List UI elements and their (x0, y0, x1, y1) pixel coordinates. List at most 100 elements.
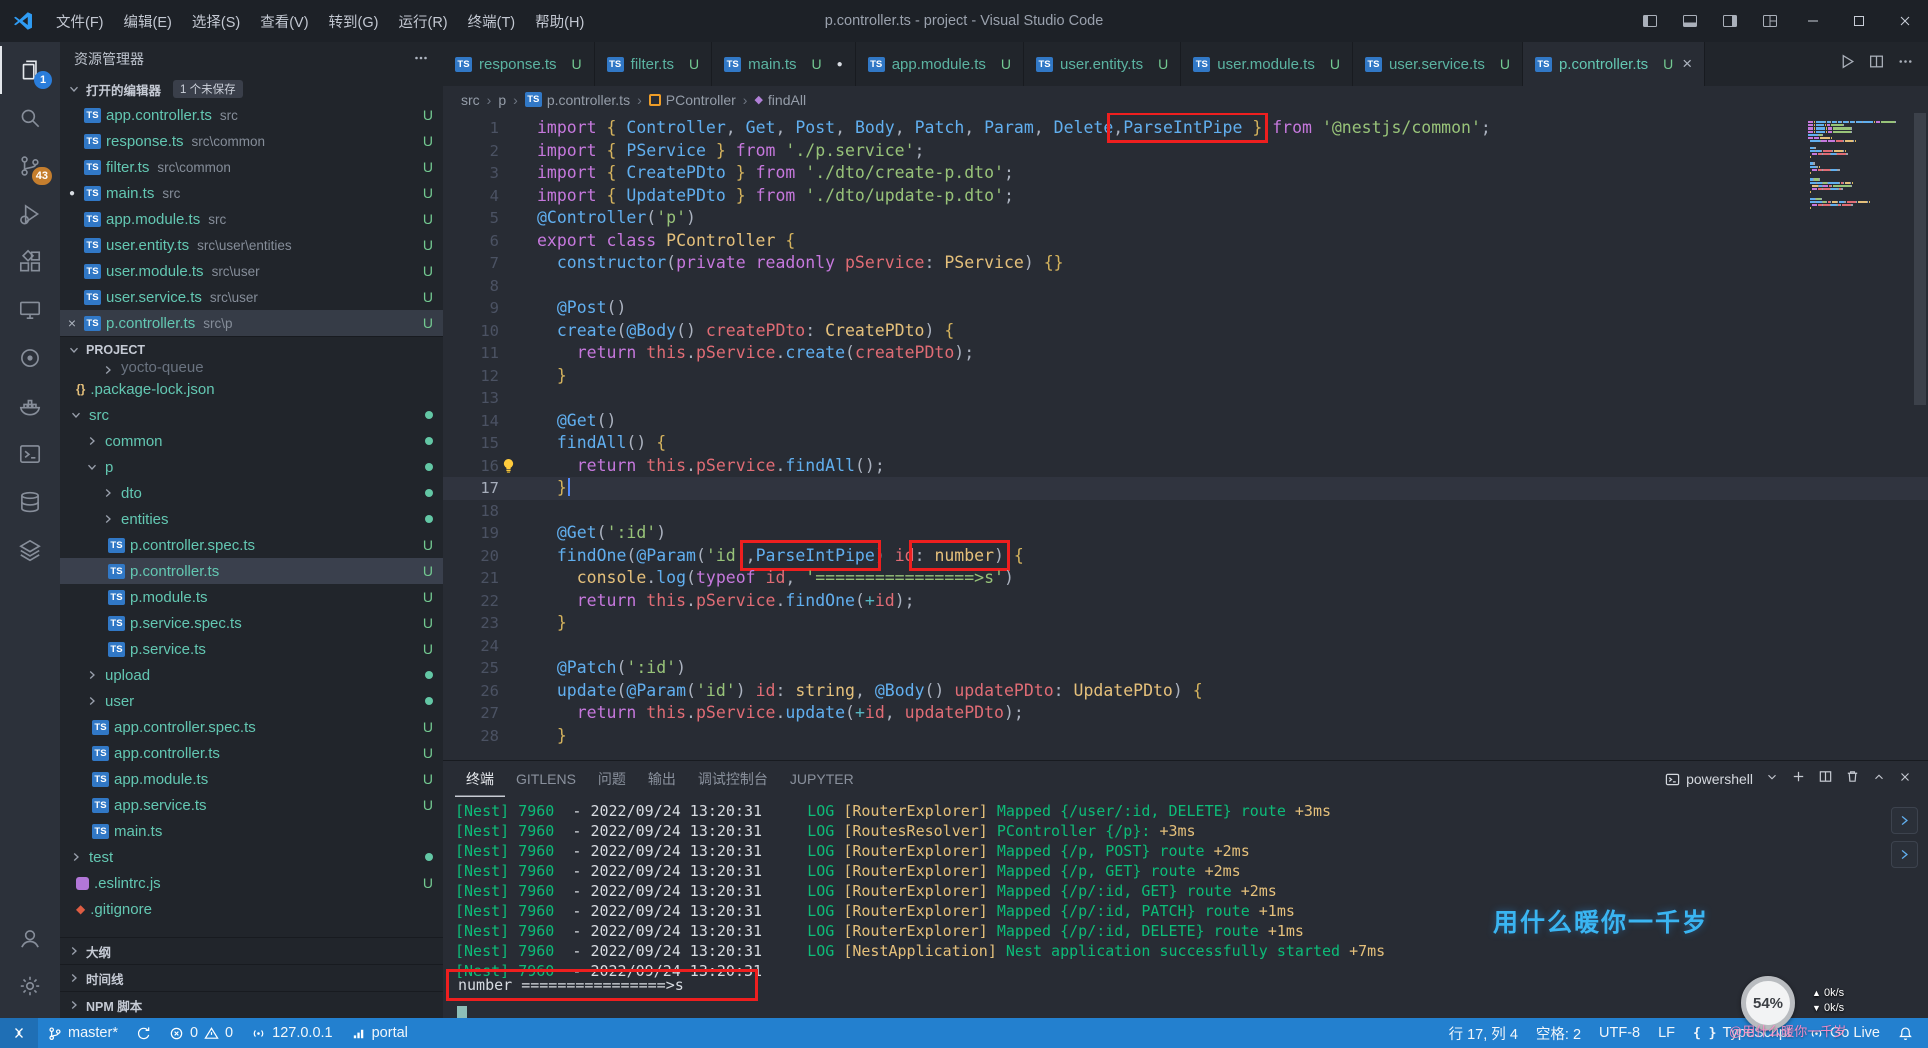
menu-item[interactable]: 帮助(H) (525, 0, 594, 42)
split-terminal-icon[interactable] (1818, 769, 1833, 789)
new-terminal-icon[interactable] (1791, 769, 1806, 789)
remote-indicator[interactable] (0, 1018, 38, 1048)
activity-database[interactable] (0, 478, 60, 526)
code-line[interactable]: 26 update(@Param('id') id: string, @Body… (443, 680, 1928, 703)
editor-tab[interactable]: TSuser.module.tsU (1181, 42, 1353, 86)
split-editor-icon[interactable] (1868, 53, 1885, 75)
tree-item[interactable]: .eslintrc.jsU (60, 870, 443, 896)
activity-explorer[interactable]: 1 (0, 46, 60, 94)
eol-status[interactable]: LF (1649, 1018, 1684, 1048)
vscode-logo-icon[interactable] (0, 10, 46, 32)
open-editor-item[interactable]: TSapp.controller.tssrcU (60, 102, 443, 128)
code-line[interactable]: 5@Controller('p') (443, 207, 1928, 230)
tree-item[interactable]: test (60, 844, 443, 870)
open-editor-item[interactable]: ×TSp.controller.tssrc\pU (60, 310, 443, 336)
breadcrumb-item[interactable]: p (498, 92, 506, 108)
open-editor-item[interactable]: TSuser.service.tssrc\userU (60, 284, 443, 310)
code-line[interactable]: 9 @Post() (443, 297, 1928, 320)
tree-item[interactable]: common (60, 428, 443, 454)
problems-status[interactable]: 0 0 (160, 1018, 242, 1048)
editor-tab[interactable]: TSuser.entity.tsU (1024, 42, 1181, 86)
activity-layers[interactable] (0, 526, 60, 574)
editor-tab[interactable]: TSmain.tsU● (712, 42, 856, 86)
activity-run-debug[interactable] (0, 190, 60, 238)
menu-item[interactable]: 文件(F) (46, 0, 114, 42)
open-editor-item[interactable]: TSuser.module.tssrc\userU (60, 258, 443, 284)
code-line[interactable]: 27 return this.pService.update(+id, upda… (443, 702, 1928, 725)
code-line[interactable]: 21 console.log(typeof id, '=============… (443, 567, 1928, 590)
shell-selector[interactable]: powershell (1665, 771, 1753, 787)
code-line[interactable]: 10 create(@Body() createPDto: CreatePDto… (443, 320, 1928, 343)
activity-extensions[interactable] (0, 238, 60, 286)
tree-item[interactable]: src (60, 402, 443, 428)
panel-float-button-down[interactable] (1891, 841, 1918, 868)
code-line[interactable]: 25 @Patch(':id') (443, 657, 1928, 680)
tree-item[interactable]: TSp.service.tsU (60, 636, 443, 662)
breadcrumb-item[interactable]: src (461, 92, 480, 108)
code-line[interactable]: 22 return this.pService.findOne(+id); (443, 590, 1928, 613)
tree-item[interactable]: ◆.gitignore (60, 896, 443, 922)
panel-tab[interactable]: JUPYTER (779, 761, 865, 797)
tree-item[interactable]: {}.package-lock.json (60, 376, 443, 402)
portal-status[interactable]: portal (342, 1018, 417, 1048)
code-line[interactable]: 12 } (443, 365, 1928, 388)
menu-item[interactable]: 编辑(E) (114, 0, 182, 42)
notifications-bell-icon[interactable] (1889, 1018, 1922, 1048)
code-line[interactable]: 4import { UpdatePDto } from './dto/updat… (443, 185, 1928, 208)
toggle-sidebar-icon[interactable] (1630, 0, 1670, 42)
open-editor-item[interactable]: TSuser.entity.tssrc\user\entitiesU (60, 232, 443, 258)
tree-item[interactable]: p (60, 454, 443, 480)
code-line[interactable]: 3import { CreatePDto } from './dto/creat… (443, 162, 1928, 185)
tree-item[interactable]: TSapp.controller.spec.tsU (60, 714, 443, 740)
code-line[interactable]: 23 } (443, 612, 1928, 635)
activity-search[interactable] (0, 94, 60, 142)
run-code-icon[interactable] (1839, 53, 1856, 75)
open-editors-header[interactable]: 打开的编辑器 1 个未保存 (60, 76, 443, 102)
code-line[interactable]: 28 } (443, 725, 1928, 748)
minimap[interactable] (1808, 121, 1898, 210)
code-line[interactable]: 18 (443, 500, 1928, 523)
code-line[interactable]: 19 @Get(':id') (443, 522, 1928, 545)
editor-scrollbar[interactable] (1914, 113, 1926, 405)
breadcrumb-item[interactable]: ◆findAll (754, 92, 806, 108)
minimize-button[interactable] (1790, 0, 1836, 42)
code-line[interactable]: 15 findAll() { (443, 432, 1928, 455)
editor-tab[interactable]: TSresponse.tsU (443, 42, 595, 86)
encoding-status[interactable]: UTF-8 (1590, 1018, 1649, 1048)
editor-tab[interactable]: TSapp.module.tsU (856, 42, 1024, 86)
menu-item[interactable]: 转到(G) (319, 0, 389, 42)
open-editor-item[interactable]: TSfilter.tssrc\commonU (60, 154, 443, 180)
git-branch-status[interactable]: master* (38, 1018, 127, 1048)
tree-item[interactable]: yocto-queue (60, 362, 443, 376)
code-line[interactable]: 11 return this.pService.create(createPDt… (443, 342, 1928, 365)
sync-button[interactable] (127, 1018, 160, 1048)
more-actions-icon[interactable] (413, 50, 429, 69)
menu-item[interactable]: 终端(T) (458, 0, 526, 42)
toggle-secondary-sidebar-icon[interactable] (1710, 0, 1750, 42)
tree-item[interactable]: TSmain.ts (60, 818, 443, 844)
open-editor-item[interactable]: TSresponse.tssrc\commonU (60, 128, 443, 154)
panel-tab[interactable]: 问题 (587, 761, 637, 797)
activity-accounts[interactable] (0, 914, 60, 962)
code-line[interactable]: 17 } (443, 477, 1928, 500)
editor-tab[interactable]: TSp.controller.tsU× (1523, 42, 1705, 86)
panel-tab[interactable]: 终端 (455, 761, 505, 797)
code-line[interactable]: 7 constructor(private readonly pService:… (443, 252, 1928, 275)
code-line[interactable]: 13 (443, 387, 1928, 410)
indentation-status[interactable]: 空格: 2 (1527, 1018, 1590, 1048)
live-server-host[interactable]: 127.0.0.1 (242, 1018, 341, 1048)
tree-item[interactable]: dto (60, 480, 443, 506)
close-button[interactable] (1882, 0, 1928, 42)
activity-live-share[interactable] (0, 334, 60, 382)
editor-tab[interactable]: TSuser.service.tsU (1353, 42, 1523, 86)
breadcrumb-item[interactable]: TSp.controller.ts (525, 92, 630, 108)
panel-tab[interactable]: GITLENS (505, 761, 587, 797)
activity-remote-explorer[interactable] (0, 286, 60, 334)
chevron-down-icon[interactable] (1765, 770, 1779, 789)
close-icon[interactable]: × (60, 315, 84, 331)
maximize-button[interactable] (1836, 0, 1882, 42)
panel-tab[interactable]: 调试控制台 (687, 761, 779, 797)
close-icon[interactable]: × (1682, 54, 1692, 74)
editor-tab[interactable]: TSfilter.tsU (595, 42, 712, 86)
project-section-header[interactable]: PROJECT (60, 336, 443, 362)
